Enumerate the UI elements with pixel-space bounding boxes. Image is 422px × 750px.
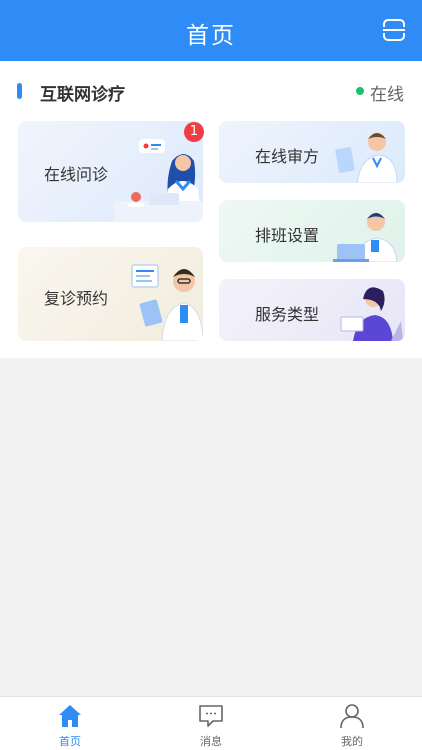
doctor-board-illustration bbox=[131, 264, 203, 341]
schedule-settings-card[interactable]: 排班设置 bbox=[219, 200, 405, 262]
top-bar: 首页 bbox=[0, 0, 422, 61]
tab-home[interactable]: 首页 bbox=[0, 697, 140, 750]
page-title: 首页 bbox=[186, 23, 236, 49]
home-icon bbox=[59, 705, 81, 727]
doctor-clipboard-illustration bbox=[335, 133, 398, 183]
unread-badge: 1 bbox=[184, 122, 204, 142]
section-marker bbox=[17, 83, 22, 99]
follow-up-appointment-card[interactable]: 复诊预约 bbox=[18, 247, 203, 341]
online-status-dot bbox=[356, 87, 364, 95]
tab-profile[interactable]: 我的 bbox=[282, 697, 422, 750]
tab-label: 我的 bbox=[341, 735, 363, 748]
tab-label: 首页 bbox=[59, 735, 81, 748]
online-consultation-card[interactable]: 在线问诊 bbox=[18, 121, 203, 222]
woman-reading-illustration bbox=[340, 287, 403, 341]
section-title: 互联网诊疗 bbox=[40, 85, 125, 105]
scan-icon[interactable] bbox=[381, 19, 407, 41]
service-type-card[interactable]: 服务类型 bbox=[219, 279, 405, 341]
prescription-review-card[interactable]: 在线审方 bbox=[219, 121, 405, 183]
online-status[interactable]: 在线 bbox=[370, 80, 404, 105]
tab-label: 消息 bbox=[200, 735, 222, 748]
card-label: 在线问诊 bbox=[44, 165, 109, 184]
card-label: 复诊预约 bbox=[44, 289, 109, 308]
internet-clinic-panel: 互联网诊疗 在线 在线问诊 1 在线审方 排班设置 复诊预约 服务类型 bbox=[0, 61, 422, 358]
card-label: 在线审方 bbox=[255, 147, 320, 166]
doctor-laptop-illustration bbox=[114, 139, 203, 222]
tab-messages[interactable]: 消息 bbox=[141, 697, 281, 750]
card-label: 排班设置 bbox=[255, 226, 320, 245]
user-icon bbox=[340, 704, 364, 729]
doctor-computer-illustration bbox=[333, 213, 398, 262]
bottom-tab-bar: 首页 消息 我的 bbox=[0, 696, 422, 750]
card-label: 服务类型 bbox=[255, 305, 320, 324]
message-icon bbox=[199, 705, 223, 727]
